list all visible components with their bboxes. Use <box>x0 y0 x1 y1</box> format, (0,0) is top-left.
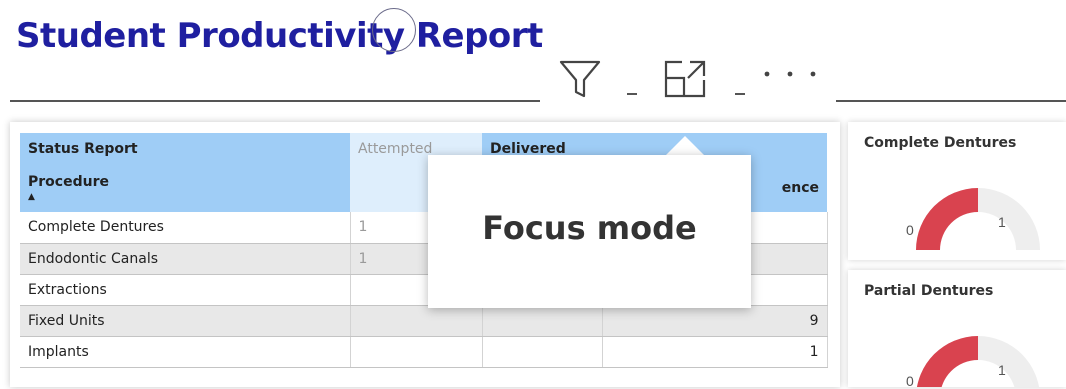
report-title: Student Productivity Report <box>16 16 543 56</box>
procedure-header-label: Procedure <box>28 174 109 190</box>
more-options-button[interactable] <box>755 52 825 102</box>
gauge-max-label: 1 <box>998 214 1006 230</box>
toolbar-separator <box>735 93 745 95</box>
tooltip-arrow <box>665 136 705 156</box>
more-options-icon <box>764 71 816 77</box>
focus-mode-icon <box>664 60 706 98</box>
gauge-fill <box>916 188 978 250</box>
filter-icon <box>559 60 601 98</box>
tooltip-text: Focus mode <box>482 209 697 247</box>
gauge-chart <box>917 336 1039 387</box>
gauge-card-complete-dentures[interactable]: Complete Dentures 0 1 <box>848 122 1066 260</box>
procedure-cell: Fixed Units <box>20 305 351 337</box>
gauge-max-label: 1 <box>998 362 1006 378</box>
gauge-card-partial-dentures[interactable]: Partial Dentures 0 1 <box>848 270 1066 389</box>
gauge-min-label: 0 <box>906 222 914 238</box>
column-header-procedure[interactable]: Procedure ▲ <box>20 164 350 212</box>
visual-header-toolbar <box>545 52 833 102</box>
title-divider-left <box>10 100 540 102</box>
title-divider-right <box>836 100 1066 102</box>
table-row[interactable]: Implants 1 <box>20 336 828 368</box>
gauge-chart <box>916 188 1040 250</box>
gauge-fill <box>917 336 978 387</box>
mouse-cursor-ring <box>372 8 416 52</box>
delivered-cell <box>482 336 603 368</box>
column-header-status-report[interactable]: Status Report <box>20 133 350 164</box>
difference-cell: 9 <box>602 305 828 337</box>
sort-ascending-icon[interactable]: ▲ <box>28 193 342 202</box>
procedure-cell: Endodontic Canals <box>20 243 351 275</box>
procedure-cell: Complete Dentures <box>20 212 351 244</box>
table-row[interactable]: Fixed Units 9 <box>20 305 828 337</box>
procedure-cell: Extractions <box>20 274 351 306</box>
attempted-cell <box>350 336 483 368</box>
procedure-cell: Implants <box>20 336 351 368</box>
difference-cell: 1 <box>602 336 828 368</box>
filter-button[interactable] <box>555 52 605 102</box>
focus-mode-tooltip: Focus mode <box>428 155 751 308</box>
attempted-cell <box>350 305 483 337</box>
toolbar-separator <box>627 93 637 95</box>
focus-mode-button[interactable] <box>660 52 710 102</box>
delivered-cell <box>482 305 603 337</box>
